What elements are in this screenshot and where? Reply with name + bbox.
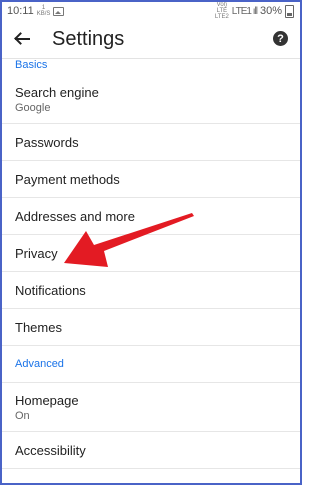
- status-time: 10:11: [7, 5, 34, 17]
- help-icon[interactable]: ?: [273, 31, 288, 46]
- item-label: Payment methods: [15, 171, 120, 187]
- item-label: Notifications: [15, 282, 86, 298]
- status-bar: 10:11 1 KB/S Vol) LTE LTE2 LTE1 ıll 30%: [2, 2, 300, 20]
- item-label: Accessibility: [15, 442, 86, 458]
- settings-item-themes[interactable]: Themes: [2, 309, 300, 346]
- volte-indicator: Vol) LTE LTE2: [215, 2, 229, 20]
- app-bar: Settings ?: [2, 20, 300, 58]
- settings-item-homepage[interactable]: Homepage On: [2, 383, 300, 432]
- section-header-advanced: Advanced: [2, 346, 300, 383]
- settings-item-accessibility[interactable]: Accessibility: [2, 432, 300, 469]
- page-title: Settings: [52, 27, 125, 50]
- item-label: Homepage: [15, 392, 79, 408]
- data-speed-indicator: 1 KB/S: [37, 5, 51, 17]
- screen-frame: 10:11 1 KB/S Vol) LTE LTE2 LTE1 ıll 30% …: [0, 0, 302, 485]
- battery-percentage: 30%: [259, 5, 282, 17]
- settings-item-notifications[interactable]: Notifications: [2, 272, 300, 309]
- settings-item-addresses[interactable]: Addresses and more: [2, 198, 300, 235]
- item-label: Addresses and more: [15, 208, 135, 224]
- data-speed-unit: KB/S: [36, 11, 51, 17]
- settings-item-payment-methods[interactable]: Payment methods: [2, 161, 300, 198]
- item-sublabel: Google: [15, 101, 51, 114]
- settings-item-privacy[interactable]: Privacy: [2, 235, 300, 272]
- battery-icon: [285, 4, 294, 18]
- image-notification-icon: [53, 6, 65, 16]
- signal-icon: LTE1 ıll: [231, 5, 258, 17]
- settings-item-passwords[interactable]: Passwords: [2, 124, 300, 161]
- back-arrow-icon[interactable]: [14, 31, 30, 47]
- item-label: Privacy: [15, 245, 58, 261]
- item-sublabel: On: [15, 409, 30, 422]
- settings-item-search-engine[interactable]: Search engine Google: [2, 75, 300, 124]
- item-label: Search engine: [15, 84, 99, 100]
- item-label: Passwords: [15, 134, 79, 150]
- item-label: Themes: [15, 319, 62, 335]
- section-header-basics: Basics: [15, 59, 48, 71]
